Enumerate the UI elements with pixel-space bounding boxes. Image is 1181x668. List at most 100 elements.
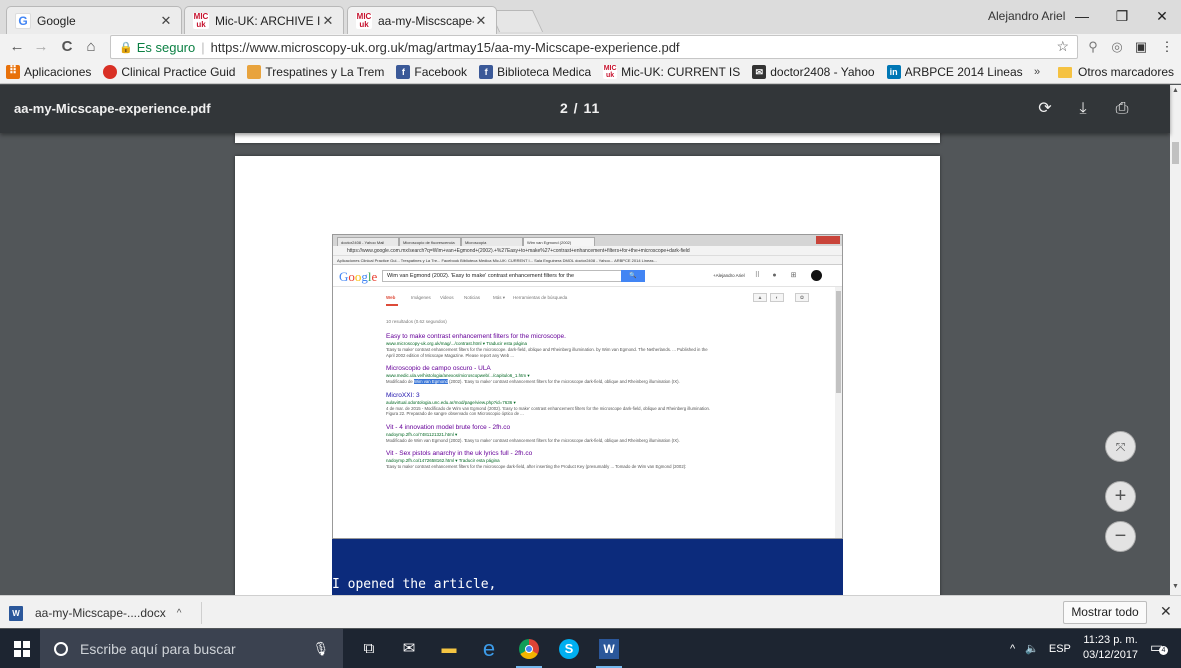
bookmark-aplicaciones[interactable]: ⠿ Aplicaciones (6, 64, 91, 79)
embedded-tab-strip: doctor2408 - Yahoo Mail Microscopio de f… (333, 235, 842, 246)
windows-start-icon[interactable] (14, 641, 30, 657)
clock-date: 03/12/2017 (1083, 649, 1139, 661)
tab-google[interactable]: G Google ✕ (6, 6, 182, 34)
result-snippet: Modificado de Wim van Egmond (2002). 'Ea… (386, 437, 680, 443)
scroll-down-icon[interactable]: ▼ (1172, 583, 1179, 590)
divider (201, 602, 202, 624)
address-bar[interactable]: 🔒 Es seguro | https://www.microscopy-uk.… (110, 35, 1078, 59)
action-center-icon[interactable]: ▭ 4 (1150, 639, 1168, 655)
bookmark-label: ARBPCE 2014 Lineas (904, 64, 1023, 79)
download-item[interactable]: W aa-my-Micscape-....docx ^ (9, 602, 181, 624)
show-all-downloads-button[interactable]: Mostrar todo (1063, 601, 1147, 624)
notifications-icon: ● (772, 272, 777, 279)
embedded-scroll-thumb (836, 291, 841, 393)
extension-icon[interactable]: ⚲ (1084, 38, 1102, 56)
url-text[interactable]: https://www.microscopy-uk.org.uk/mag/art… (211, 40, 680, 55)
edge-browser-icon[interactable]: e (472, 635, 506, 665)
mail-app-icon[interactable]: ✉ (392, 635, 426, 665)
scroll-up-icon[interactable]: ▲ (1172, 87, 1179, 94)
search-result: MicroXXI: 3 aulavirtual.odontologia.unc.… (386, 392, 716, 417)
search-result: Microscopio de campo oscuro - ULA www.me… (386, 365, 716, 385)
volume-icon[interactable]: 🔈 (1025, 642, 1039, 655)
mail-icon: ✉ (752, 64, 767, 79)
bookmark-label: Clinical Practice Guid (121, 64, 236, 79)
result-snippet: 4 de mar. de 2015 - Modificado de Wim va… (386, 405, 711, 417)
embedded-tab: Microscopio de fluorescencia (399, 237, 461, 246)
bookmark-arbpce[interactable]: in ARBPCE 2014 Lineas (886, 64, 1023, 79)
result-snippet: 'Easy to make' contrast enhancement filt… (386, 347, 708, 358)
menu-icon[interactable]: ⋮ (1158, 38, 1176, 56)
search-results: 10 resultados (0.62 segundos) Easy to ma… (386, 319, 716, 477)
download-icon[interactable]: ⤓ (1071, 97, 1095, 121)
profile-name[interactable]: Alejandro Ariel (988, 9, 1065, 23)
bookmark-trespatines[interactable]: Trespatines y La Trem (247, 64, 384, 79)
taskbar-clock[interactable]: 11:23 p. m. 03/12/2017 (1083, 633, 1138, 663)
tab-close-icon[interactable]: ✕ (159, 13, 173, 29)
tab-title: Google (37, 13, 76, 28)
minimize-button[interactable]: — (1064, 4, 1100, 28)
embedded-address-bar: https://www.google.com.mx/search?q=Wim+v… (333, 246, 842, 256)
bookmark-yahoo-mail[interactable]: ✉ doctor2408 - Yahoo (752, 64, 875, 79)
new-tab-button[interactable] (488, 10, 544, 32)
separator: | (201, 39, 205, 55)
micuk-icon: MIC uk (603, 64, 618, 79)
file-explorer-icon[interactable]: ▬ (432, 635, 466, 665)
page-scrollbar[interactable]: ▲ ▼ (1170, 85, 1181, 595)
taskbar-search-box[interactable]: Escribe aquí para buscar 🎙 (40, 629, 343, 668)
google-nav-videos: Videos (440, 295, 454, 300)
bookmark-facebook[interactable]: f Facebook (396, 64, 468, 79)
language-indicator[interactable]: ESP (1049, 643, 1071, 655)
pdf-filename: aa-my-Micscape-experience.pdf (14, 101, 211, 116)
word-app-icon[interactable]: W (592, 635, 626, 668)
bookmarks-overflow-button[interactable]: » (1034, 60, 1040, 83)
avatar (811, 270, 822, 281)
task-view-icon[interactable]: ⧉ (352, 635, 386, 665)
fit-to-page-button[interactable]: ⤧ (1105, 431, 1136, 462)
search-result: Vit - 4 innovation model brute force - 2… (386, 424, 716, 444)
maximize-button[interactable]: ❐ (1104, 4, 1140, 28)
bookmark-biblioteca-medica[interactable]: f Biblioteca Medica (479, 64, 591, 79)
linkedin-icon: in (886, 64, 901, 79)
scroll-thumb[interactable] (1172, 142, 1179, 164)
result-title: Easy to make contrast enhancement filter… (386, 333, 566, 340)
chevron-up-icon[interactable]: ^ (1010, 643, 1015, 655)
reload-button[interactable]: C (58, 38, 76, 56)
back-button[interactable]: ← (8, 38, 26, 56)
apps-grid-icon: ⠿ (6, 64, 20, 79)
tab-close-icon[interactable]: ✕ (321, 13, 335, 29)
bookmark-label: Mic-UK: CURRENT IS (621, 64, 741, 79)
chevron-up-icon[interactable]: ^ (177, 608, 182, 619)
folder-icon (1058, 66, 1072, 78)
tab-pdf-active[interactable]: MICuk aa-my-Miscscape-experie ✕ (347, 6, 497, 34)
google-logo: Google (339, 269, 378, 284)
other-bookmarks-folder[interactable]: Otros marcadores (1058, 60, 1174, 83)
bookmark-clinical-practice[interactable]: Clinical Practice Guid (103, 64, 236, 79)
embedded-tab-active: Wim van Egmond (2002) (523, 237, 595, 246)
chrome-browser-icon[interactable] (512, 635, 546, 668)
close-downloads-button[interactable]: ✕ (1160, 603, 1172, 620)
active-tab-underline (386, 304, 398, 306)
skype-icon[interactable]: S (552, 635, 586, 665)
forward-button[interactable]: → (32, 38, 50, 56)
pdf-viewer[interactable]: doctor2408 - Yahoo Mail Microscopio de f… (0, 133, 1170, 595)
tab-micuk-archive[interactable]: MICuk Mic-UK: ARCHIVE ISSUE ✕ (184, 6, 344, 34)
google-search-header: Google Wim van Egmond (2002). 'Easy to m… (333, 265, 842, 287)
zoom-in-button[interactable]: + (1105, 481, 1136, 512)
google-user-link: +Alejandro Ariel (713, 273, 745, 278)
microphone-icon[interactable]: 🎙 (312, 641, 329, 657)
bookmark-label: Facebook (414, 64, 468, 79)
bookmark-micuk-current[interactable]: MIC uk Mic-UK: CURRENT IS (603, 64, 741, 79)
user-icon: ▲ (753, 293, 767, 302)
extension-icon-2[interactable]: ◎ (1108, 38, 1126, 56)
close-window-button[interactable]: ✕ (1144, 4, 1180, 28)
bookmark-star-icon[interactable]: ☆ (1056, 38, 1069, 55)
page-indicator[interactable]: 2 / 11 (560, 100, 600, 116)
result-title: Vit - 4 innovation model brute force - 2… (386, 423, 511, 431)
home-button[interactable]: ⌂ (82, 38, 100, 56)
zoom-out-button[interactable]: − (1105, 521, 1136, 552)
tab-close-icon[interactable]: ✕ (474, 13, 488, 29)
rotate-icon[interactable]: ⟳ (1033, 97, 1057, 121)
settings-gear-icon: ✿ (795, 293, 809, 302)
extension-icon-3[interactable]: ▣ (1132, 38, 1150, 56)
print-icon[interactable]: ⎙ (1110, 97, 1134, 121)
